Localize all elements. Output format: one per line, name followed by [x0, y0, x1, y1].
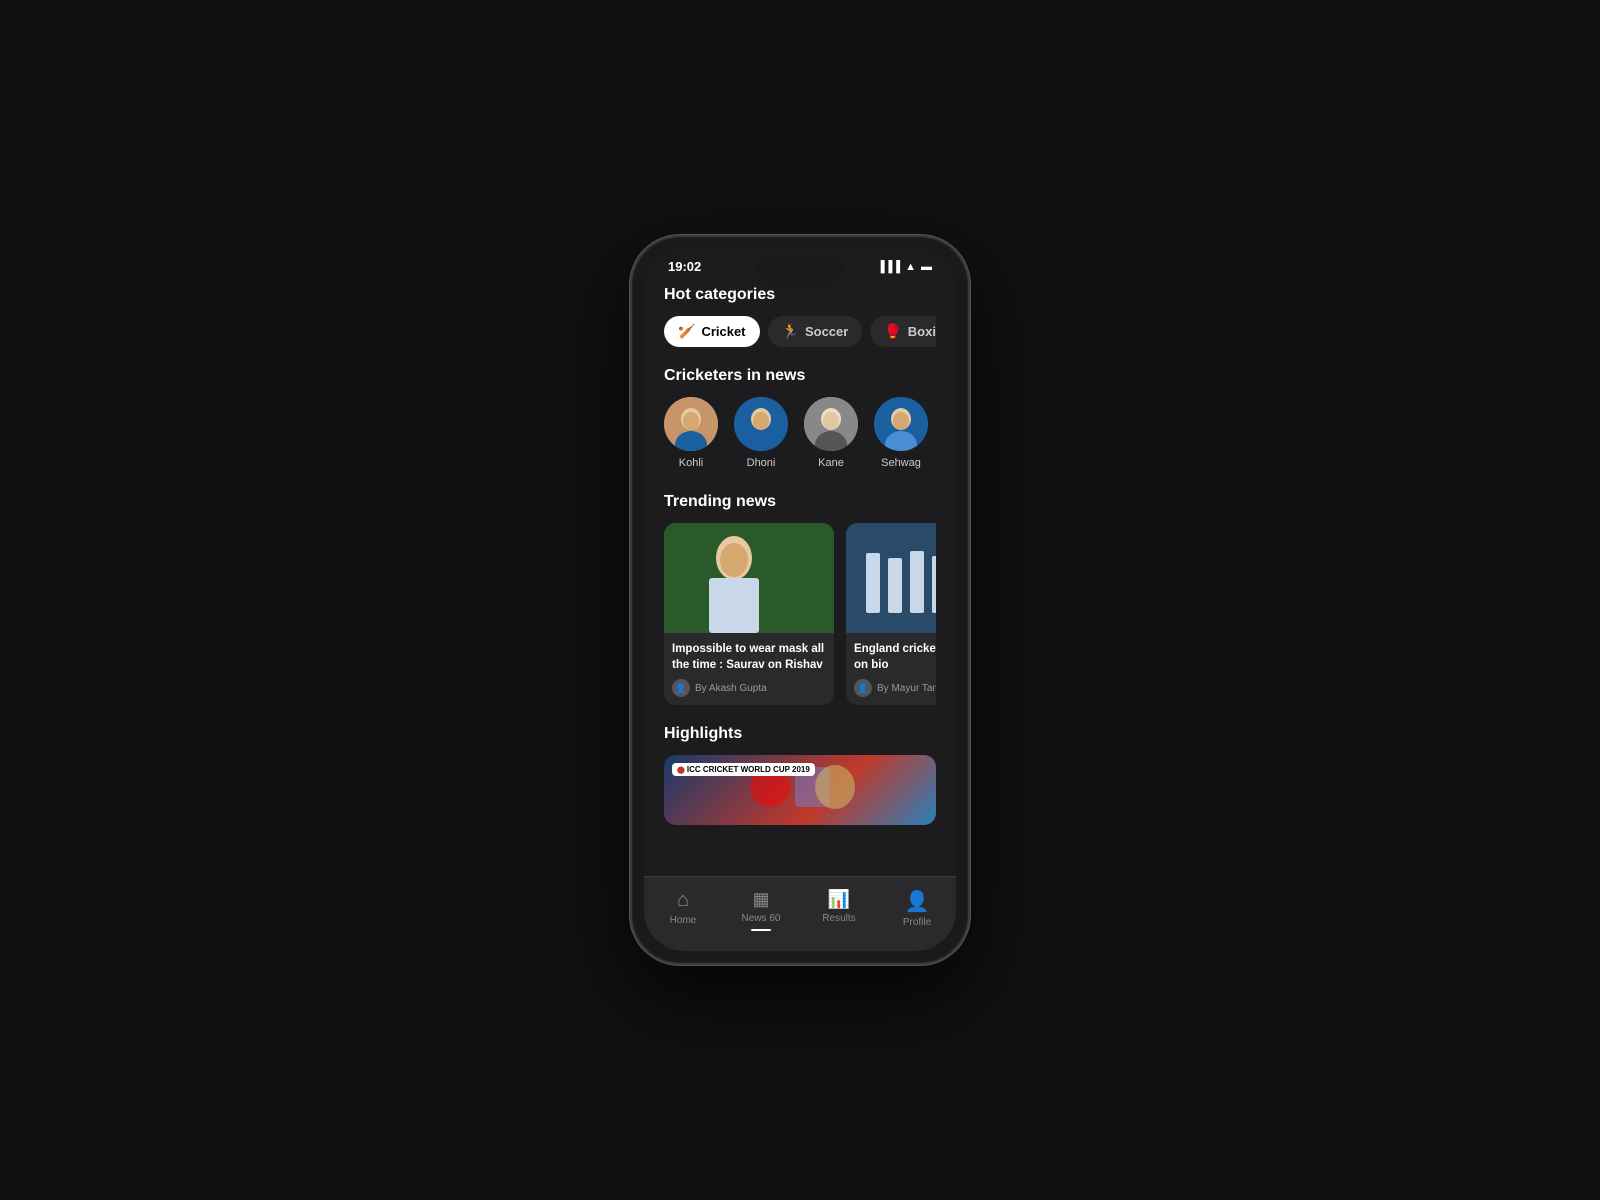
wifi-icon: ▲: [905, 261, 916, 273]
bottom-nav: ⌂ Home ▦ News 60 📊 Results 👤 Profile: [644, 876, 956, 951]
news-author-row-1: 👤 By Akash Gupta: [672, 679, 826, 697]
battery-icon: ▬: [921, 261, 932, 273]
profile-label: Profile: [903, 917, 931, 928]
status-icons: ▐▐▐ ▲ ▬: [877, 261, 932, 273]
cricketer-kohli[interactable]: Kohli: [664, 397, 718, 469]
news-title-1: Impossible to wear mask all the time : S…: [672, 641, 826, 673]
kohli-avatar: [664, 397, 718, 451]
boxing-label: Boxing: [908, 324, 936, 339]
news-icon: ▦: [752, 889, 769, 910]
author-avatar-2: 👤: [854, 679, 872, 697]
scroll-content[interactable]: Hot categories 🏏 Cricket 🏃 Soccer 🥊 Boxi…: [644, 278, 956, 876]
categories-row: 🏏 Cricket 🏃 Soccer 🥊 Boxing: [664, 316, 936, 347]
cricketer-kane[interactable]: Kane: [804, 397, 858, 469]
category-soccer[interactable]: 🏃 Soccer: [768, 316, 863, 347]
cricket-icon: 🏏: [678, 323, 695, 340]
nav-results[interactable]: 📊 Results: [800, 885, 878, 935]
category-boxing[interactable]: 🥊 Boxing: [870, 316, 936, 347]
sehwag-avatar: [874, 397, 928, 451]
news-image-2: [846, 523, 936, 633]
cricketer-sehwag[interactable]: Sehwag: [874, 397, 928, 469]
kane-avatar: [804, 397, 858, 451]
profile-icon: 👤: [905, 889, 930, 914]
sehwag-name: Sehwag: [881, 457, 921, 469]
cricket-label: Cricket: [701, 324, 745, 339]
nav-news[interactable]: ▦ News 60: [722, 885, 800, 935]
nav-profile[interactable]: 👤 Profile: [878, 885, 956, 935]
author-name-1: By Akash Gupta: [695, 683, 767, 694]
cricketers-title: Cricketers in news: [664, 367, 936, 385]
author-avatar-1: 👤: [672, 679, 690, 697]
cricketers-row: Kohli Dhoni: [664, 397, 936, 473]
highlights-title: Highlights: [664, 725, 936, 743]
home-icon: ⌂: [677, 889, 689, 912]
kohli-name: Kohli: [679, 457, 703, 469]
trending-title: Trending news: [664, 493, 936, 511]
results-label: Results: [822, 913, 855, 924]
kane-name: Kane: [818, 457, 844, 469]
news-card-2[interactable]: England cricket c relaxation on bio 👤 By…: [846, 523, 936, 705]
author-name-2: By Mayur Tando: [877, 683, 936, 694]
trending-row: Impossible to wear mask all the time : S…: [664, 523, 936, 705]
news-image-1: [664, 523, 834, 633]
cricketer-dhoni[interactable]: Dhoni: [734, 397, 788, 469]
hot-categories-title: Hot categories: [664, 286, 936, 304]
highlights-badge: ⬤ ICC CRICKET WORLD CUP 2019: [672, 763, 815, 776]
highlights-card[interactable]: ⬤ ICC CRICKET WORLD CUP 2019: [664, 755, 936, 825]
dhoni-name: Dhoni: [747, 457, 776, 469]
signal-icon: ▐▐▐: [877, 261, 900, 273]
results-icon: 📊: [828, 889, 850, 910]
home-label: Home: [670, 915, 697, 926]
dhoni-avatar: [734, 397, 788, 451]
nav-home[interactable]: ⌂ Home: [644, 885, 722, 935]
status-time: 19:02: [668, 259, 701, 274]
category-cricket[interactable]: 🏏 Cricket: [664, 316, 760, 347]
soccer-label: Soccer: [805, 324, 848, 339]
news-underline: [751, 929, 771, 931]
news-author-row-2: 👤 By Mayur Tando: [854, 679, 936, 697]
news-label: News 60: [742, 913, 781, 924]
highlights-badge-text: ICC CRICKET WORLD CUP 2019: [687, 765, 810, 774]
phone-frame: 19:02 ▐▐▐ ▲ ▬ Hot categories 🏏 Cricket: [630, 235, 970, 965]
news-title-2: England cricket c relaxation on bio: [854, 641, 936, 673]
boxing-icon: 🥊: [884, 323, 901, 340]
news-card-1[interactable]: Impossible to wear mask all the time : S…: [664, 523, 834, 705]
soccer-icon: 🏃: [782, 323, 799, 340]
